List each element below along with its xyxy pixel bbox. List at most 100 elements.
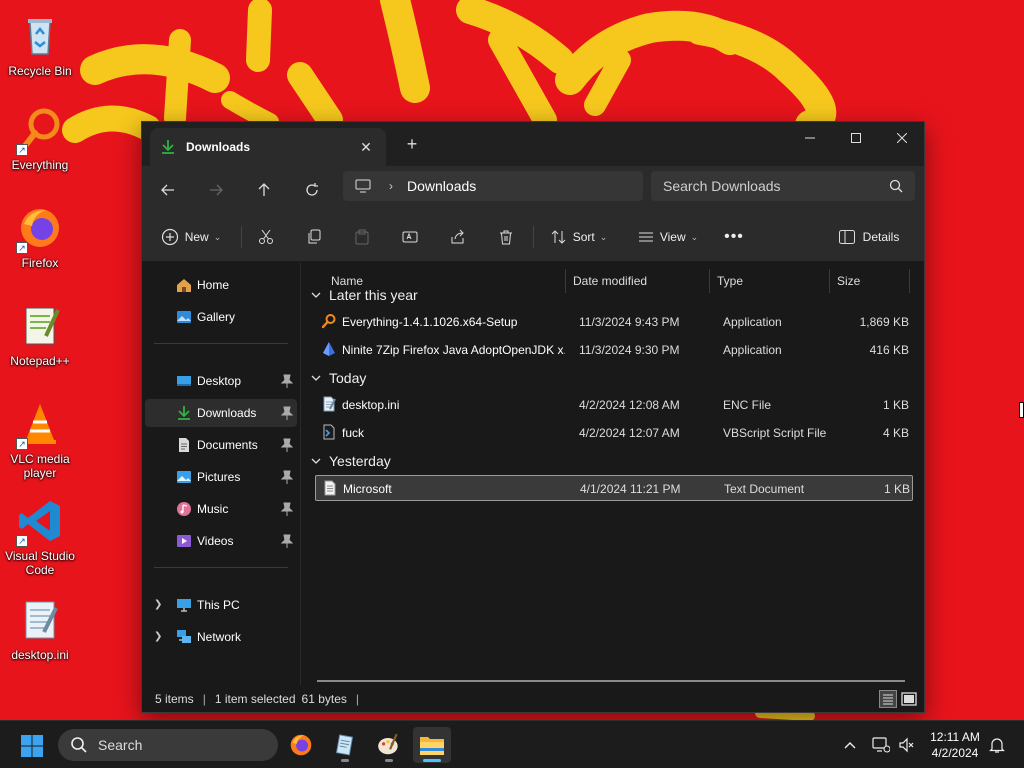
vscode-icon: ↗: [16, 497, 64, 547]
sidebar-item-gallery[interactable]: Gallery: [145, 303, 297, 331]
file-type: Application: [723, 343, 782, 357]
desktop-icon-vlc[interactable]: ↗ VLC media player: [2, 400, 78, 480]
sidebar-item-downloads[interactable]: Downloads: [145, 399, 297, 427]
breadcrumb-downloads[interactable]: Downloads: [407, 178, 476, 194]
up-button[interactable]: [248, 174, 280, 206]
firefox-icon: [290, 734, 312, 756]
pin-icon: [281, 406, 293, 420]
column-header-date-modified[interactable]: Date modified: [566, 269, 710, 293]
system-clock[interactable]: 12:11 AM 4/2/2024: [918, 729, 992, 761]
download-icon: [162, 140, 174, 154]
copy-button[interactable]: [298, 222, 330, 252]
trash-icon: [500, 230, 512, 245]
column-header-type[interactable]: Type: [710, 269, 830, 293]
volume-button[interactable]: [896, 721, 918, 768]
sidebar-item-label: Network: [197, 630, 242, 644]
running-indicator: [423, 759, 441, 762]
notifications-button[interactable]: [986, 721, 1008, 768]
sidebar-item-desktop[interactable]: Desktop: [145, 367, 297, 395]
desktop-icon-everything[interactable]: ↗ Everything: [2, 106, 78, 172]
notepad-icon: [335, 734, 354, 756]
sort-button[interactable]: Sort ⌄: [546, 222, 612, 252]
file-row[interactable]: fuck 4/2/2024 12:07 AM VBScript Script Fil…: [315, 420, 913, 446]
group-header[interactable]: Yesterday: [309, 449, 391, 473]
show-hidden-icons-button[interactable]: [838, 721, 862, 768]
divider: [154, 343, 288, 344]
sidebar-item-this-pc[interactable]: ❯ This PC: [145, 591, 297, 619]
delete-button[interactable]: [490, 222, 522, 252]
taskbar-paint[interactable]: [370, 727, 408, 763]
file-row[interactable]: Everything-1.4.1.1026.x64-Setup 11/3/2024…: [315, 309, 913, 335]
arrow-right-icon: [210, 184, 223, 196]
search-input[interactable]: Search Downloads: [651, 171, 915, 201]
divider: [533, 226, 534, 248]
sidebar-item-documents[interactable]: Documents: [145, 431, 297, 459]
horizontal-scrollbar[interactable]: [317, 680, 905, 682]
taskbar-firefox[interactable]: [282, 727, 320, 763]
share-button[interactable]: [442, 222, 474, 252]
new-tab-button[interactable]: +: [400, 134, 424, 155]
cut-button[interactable]: [250, 222, 282, 252]
sidebar-item-label: Home: [197, 278, 230, 292]
new-button[interactable]: New ⌄: [156, 222, 226, 252]
column-header-label: Date modified: [573, 274, 648, 288]
network-monitor-icon: [872, 737, 890, 753]
desktop-icon-vscode[interactable]: ↗ Visual Studio Code: [2, 497, 78, 577]
forward-button[interactable]: [200, 174, 232, 206]
network-status-button[interactable]: [870, 721, 892, 768]
clock-date: 4/2/2024: [931, 746, 979, 760]
desktop-icon-notepad-plus-plus[interactable]: Notepad++: [2, 302, 78, 368]
divider: [154, 567, 288, 568]
taskbar-notepad[interactable]: [326, 727, 364, 763]
file-row[interactable]: Microsoft 4/1/2024 11:21 PM Text Document 1…: [315, 475, 913, 501]
view-label: View: [659, 230, 686, 244]
desktop-icon-label: Everything: [11, 158, 69, 172]
tab-close-icon[interactable]: ✕: [356, 139, 376, 156]
column-header-size[interactable]: Size: [830, 269, 910, 293]
maximize-button[interactable]: [833, 122, 879, 154]
sidebar-item-label: Desktop: [197, 374, 242, 388]
view-button[interactable]: View ⌄: [634, 222, 702, 252]
address-bar[interactable]: › Downloads: [343, 171, 643, 201]
navigation-bar: › Downloads Search Downloads: [142, 166, 924, 212]
file-list: Name Date modified Type Size Later this …: [301, 263, 924, 685]
sidebar-item-home[interactable]: Home: [145, 271, 297, 299]
chevron-right-icon[interactable]: ❯: [154, 631, 162, 642]
paste-button[interactable]: [346, 222, 378, 252]
taskbar-search-box[interactable]: Search: [58, 729, 278, 761]
tab-downloads[interactable]: Downloads ✕: [150, 128, 386, 166]
chevron-down-icon: ⌄: [213, 231, 222, 242]
file-row[interactable]: Ninite 7Zip Firefox Java AdoptOpenJDK x.…: [315, 337, 913, 363]
navigation-pane: Home Gallery Desktop Downloads Documents…: [142, 263, 300, 685]
close-button[interactable]: [879, 122, 925, 154]
network-icon: [177, 630, 191, 643]
desktop-icon-recycle-bin[interactable]: Recycle Bin: [2, 12, 78, 78]
group-header[interactable]: Today: [309, 366, 366, 390]
ini-file-icon: [321, 396, 342, 415]
details-view-button[interactable]: [879, 690, 897, 708]
sidebar-item-pictures[interactable]: Pictures: [145, 463, 297, 491]
taskbar-file-explorer[interactable]: [413, 727, 451, 763]
file-size: 1,869 KB: [859, 315, 909, 329]
back-button[interactable]: [152, 174, 184, 206]
rename-button[interactable]: [394, 222, 426, 252]
sidebar-item-network[interactable]: ❯ Network: [145, 623, 297, 651]
group-header[interactable]: Later this year: [309, 283, 418, 307]
more-options-button[interactable]: •••: [718, 222, 750, 252]
desktop-icon-firefox[interactable]: ↗ Firefox: [2, 204, 78, 270]
home-icon: [177, 279, 191, 292]
details-button[interactable]: Details: [834, 222, 904, 252]
plus-circle-icon: [161, 228, 178, 246]
tiles-view-button[interactable]: [900, 690, 918, 708]
divider: |: [202, 692, 206, 706]
desktop-icon-label: desktop.ini: [11, 648, 69, 662]
desktop-icon-desktop-ini[interactable]: desktop.ini: [2, 596, 78, 662]
chevron-right-icon[interactable]: ❯: [154, 599, 162, 610]
minimize-button[interactable]: [787, 122, 833, 154]
sidebar-item-videos[interactable]: Videos: [145, 527, 297, 555]
start-button[interactable]: [20, 734, 44, 758]
sidebar-item-music[interactable]: Music: [145, 495, 297, 523]
file-row[interactable]: desktop.ini 4/2/2024 12:08 AM ENC File 1 KB: [315, 392, 913, 418]
refresh-button[interactable]: [296, 174, 328, 206]
vbscript-file-icon: [321, 424, 342, 443]
